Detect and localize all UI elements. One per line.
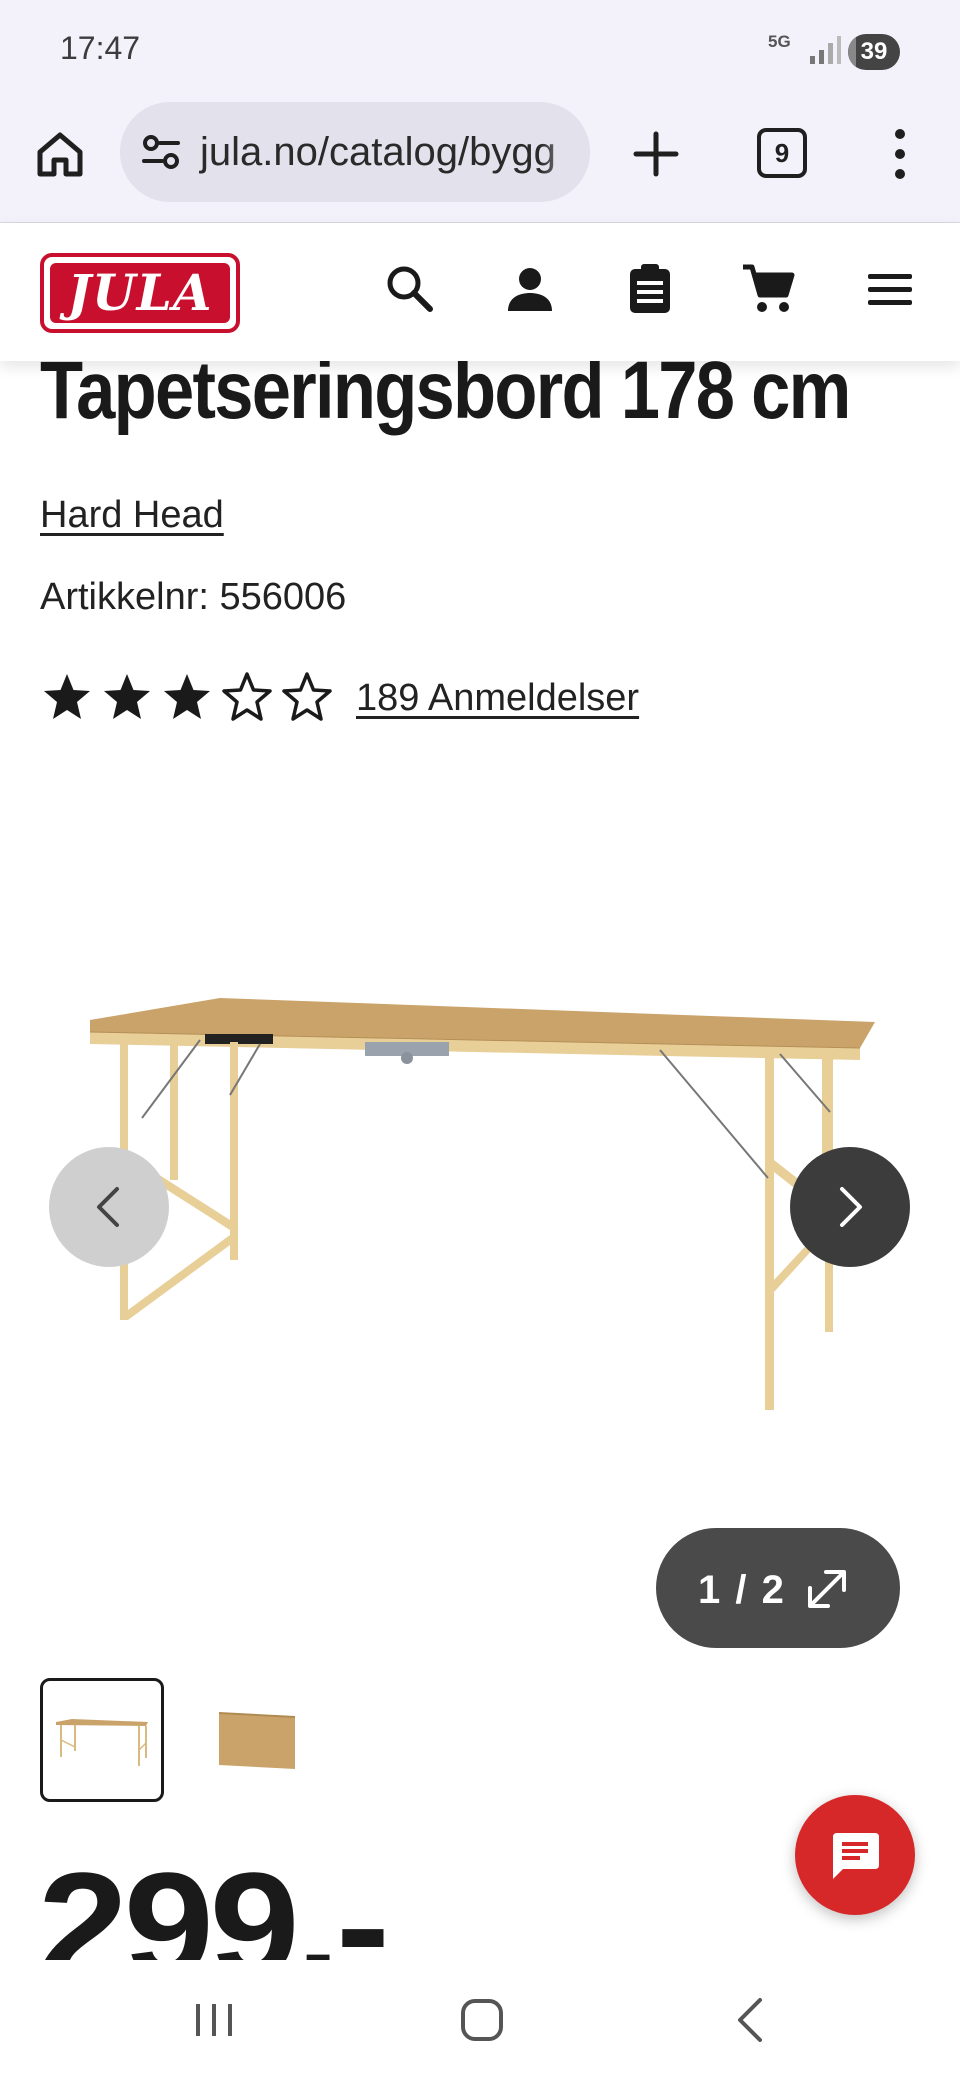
star-filled-icon	[164, 674, 210, 719]
product-rating[interactable]: 189 Anmeldelser	[40, 670, 639, 726]
gallery-counter-text: 1 / 2	[698, 1568, 786, 1612]
chevron-left-icon	[97, 1187, 119, 1227]
browser-toolbar: jula.no/catalog/bygg 9	[0, 100, 960, 223]
back-nav-icon[interactable]	[722, 1990, 782, 2050]
thumbnail-2[interactable]	[190, 1678, 314, 1802]
gallery-prev-button[interactable]	[49, 1147, 169, 1267]
url-text[interactable]: jula.no/catalog/bygg	[200, 130, 556, 175]
battery-indicator: 39	[848, 34, 900, 70]
logo-text: JULA	[67, 263, 213, 322]
site-settings-icon[interactable]	[140, 132, 182, 172]
product-title: Tapetseringsbord 178 cm	[40, 345, 851, 436]
address-bar[interactable]: jula.no/catalog/bygg	[120, 102, 590, 202]
network-indicator: 5G	[768, 32, 791, 51]
home-nav-icon[interactable]	[452, 1990, 512, 2050]
home-icon[interactable]	[34, 128, 86, 180]
signal-icon	[810, 36, 841, 64]
thumbnail-folded-image	[218, 1712, 296, 1769]
shopping-list-icon[interactable]	[622, 261, 678, 317]
search-icon[interactable]	[382, 261, 438, 317]
more-options-icon[interactable]	[884, 124, 916, 184]
new-tab-icon[interactable]	[628, 126, 684, 182]
gallery-next-button[interactable]	[790, 1147, 910, 1267]
product-image	[89, 998, 875, 1410]
chat-button[interactable]	[795, 1795, 915, 1915]
thumbnail-table-image	[56, 1719, 148, 1766]
system-navigation-bar	[0, 1960, 960, 2080]
brand-link[interactable]: Hard Head	[40, 494, 224, 537]
star-empty-icon	[222, 672, 272, 721]
recent-apps-icon[interactable]	[184, 1990, 244, 2050]
status-bar: 17:47 5G 39	[0, 0, 960, 100]
menu-icon[interactable]	[862, 261, 918, 317]
star-empty-icon	[282, 672, 332, 721]
gallery-counter[interactable]: 1 / 2	[656, 1528, 900, 1648]
product-gallery[interactable]: 1 / 2	[0, 820, 960, 1648]
tab-switcher-button[interactable]: 9	[757, 128, 807, 178]
rating-stars	[40, 671, 334, 725]
reviews-link[interactable]: 189 Anmeldelser	[356, 677, 639, 720]
chevron-right-icon	[840, 1187, 862, 1227]
chat-icon	[833, 1833, 879, 1879]
url-fade	[540, 102, 590, 202]
jula-logo[interactable]: JULA	[40, 253, 240, 333]
site-header: JULA	[0, 223, 960, 361]
star-filled-icon	[44, 674, 90, 719]
article-number: Artikkelnr: 556006	[40, 576, 347, 618]
fullscreen-icon[interactable]	[802, 1564, 852, 1614]
account-icon[interactable]	[502, 261, 558, 317]
status-time: 17:47	[60, 30, 141, 66]
thumbnail-1[interactable]	[40, 1678, 164, 1802]
star-filled-icon	[104, 674, 150, 719]
battery-level: 39	[860, 38, 888, 65]
gallery-thumbnails	[40, 1678, 314, 1802]
cart-icon[interactable]	[740, 261, 796, 317]
